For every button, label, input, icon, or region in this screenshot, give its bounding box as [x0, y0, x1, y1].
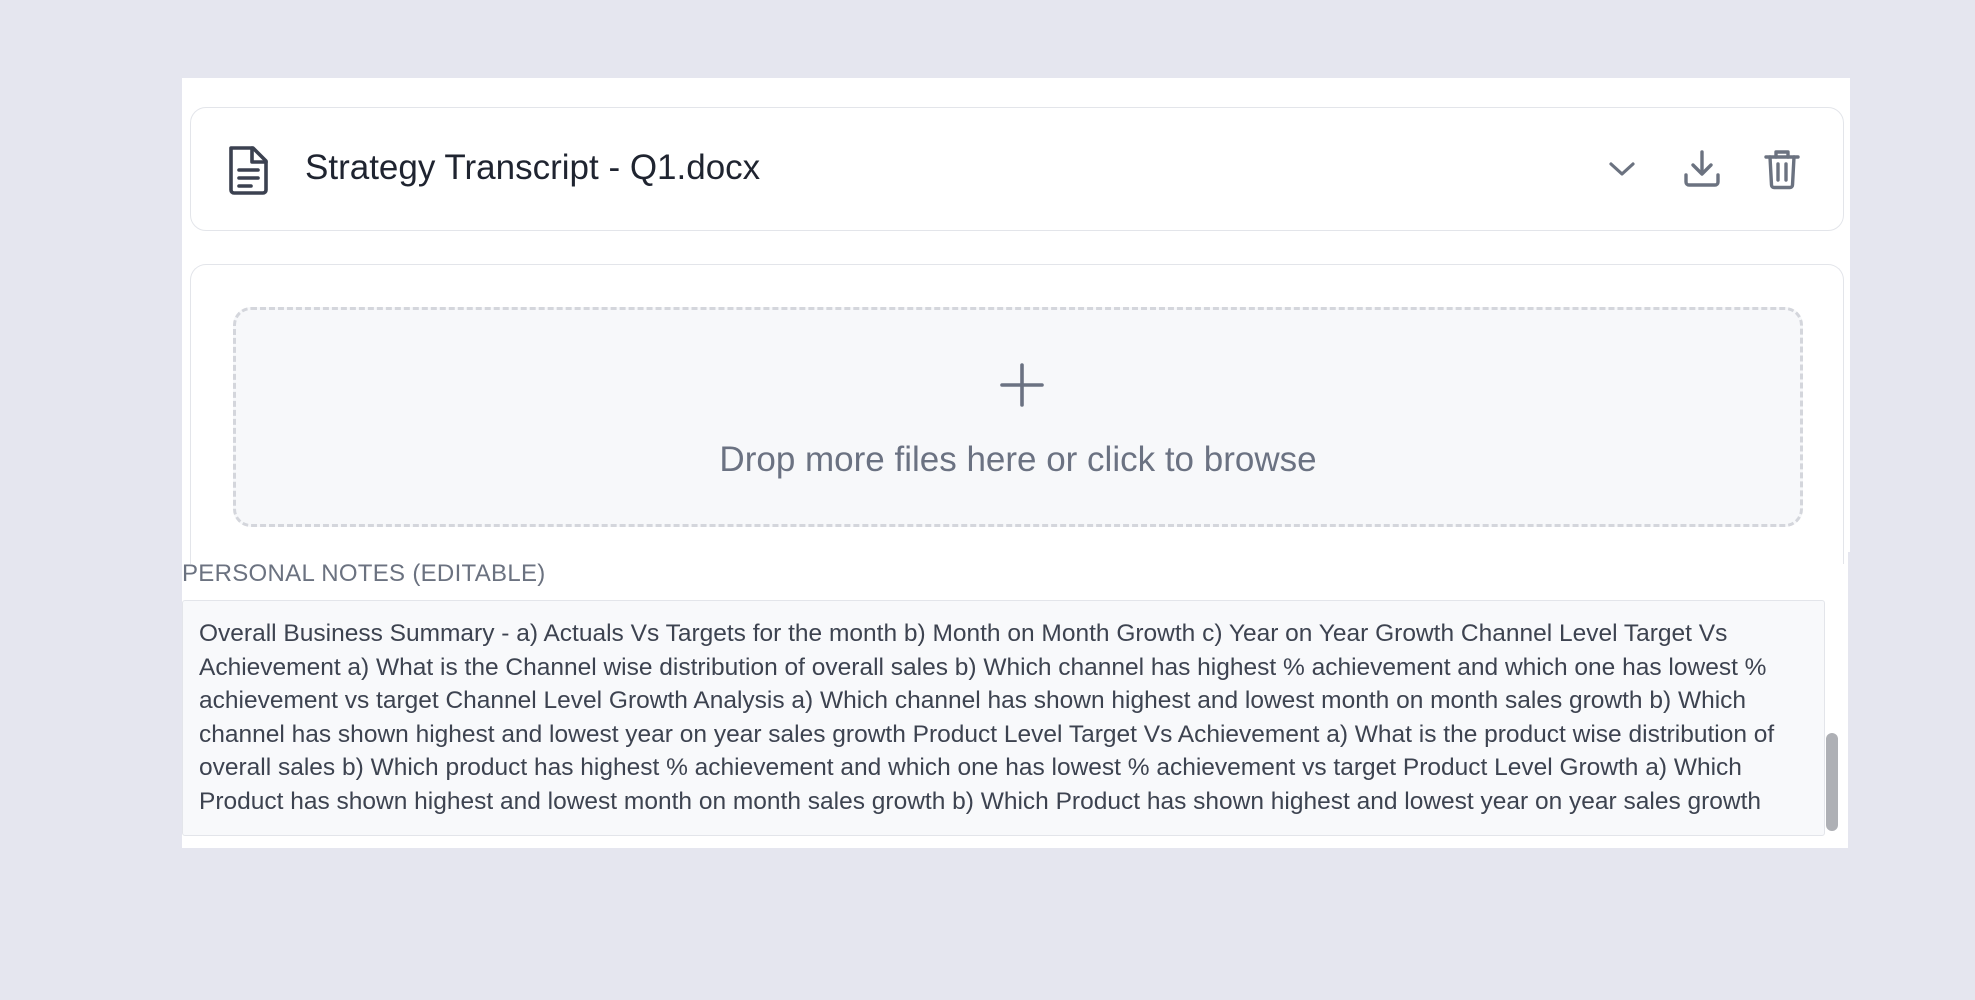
panel-edge — [1848, 552, 1856, 848]
notes-textarea[interactable]: Overall Business Summary - a) Actuals Vs… — [182, 600, 1825, 836]
trash-icon — [1763, 148, 1801, 195]
download-icon — [1682, 149, 1722, 194]
file-card: Strategy Transcript - Q1.docx — [190, 107, 1844, 231]
chevron-down-icon — [1607, 159, 1637, 184]
download-button[interactable] — [1679, 148, 1725, 194]
plus-icon — [999, 362, 1045, 408]
document-icon — [225, 144, 271, 196]
file-dropzone[interactable]: Drop more files here or click to browse — [233, 307, 1803, 527]
expand-button[interactable] — [1599, 148, 1645, 194]
dropzone-text: Drop more files here or click to browse — [719, 440, 1317, 479]
file-name: Strategy Transcript - Q1.docx — [305, 148, 761, 187]
upload-card: Drop more files here or click to browse — [190, 264, 1844, 564]
notes-text[interactable]: Overall Business Summary - a) Actuals Vs… — [199, 617, 1809, 819]
notes-scrollbar-thumb[interactable] — [1826, 733, 1838, 831]
delete-button[interactable] — [1759, 148, 1805, 194]
notes-label: PERSONAL NOTES (EDITABLE) — [182, 560, 546, 587]
